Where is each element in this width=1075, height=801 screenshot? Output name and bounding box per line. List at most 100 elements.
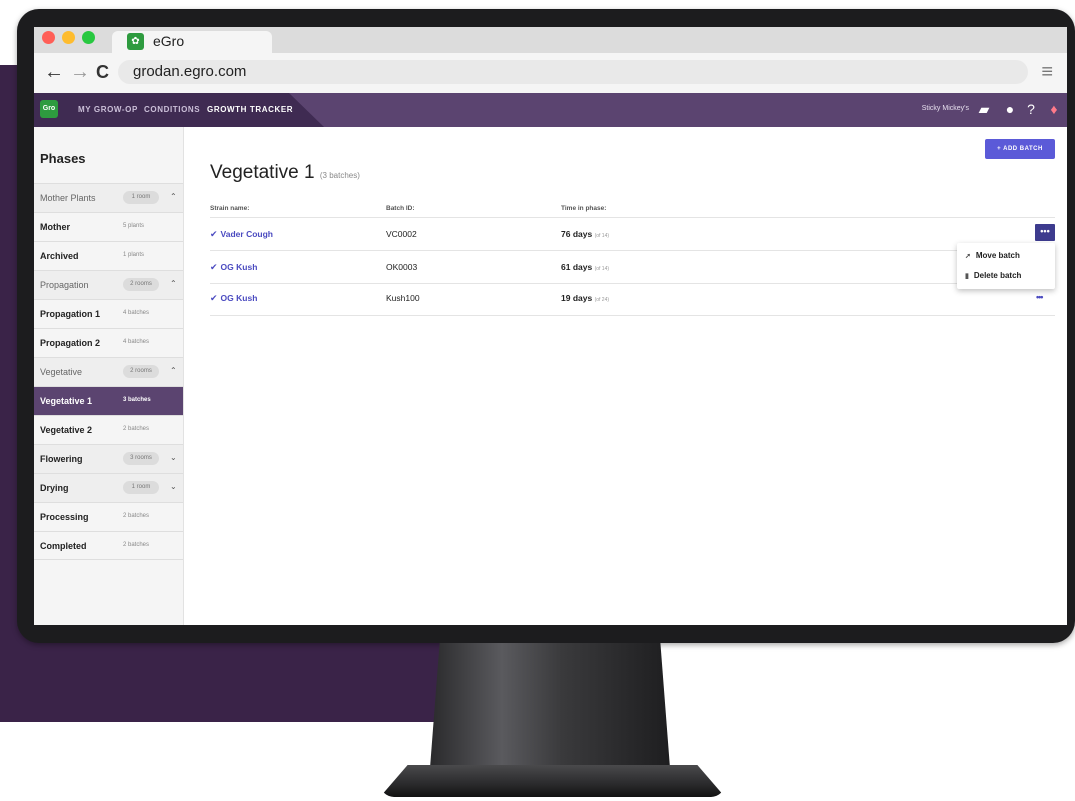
nav-conditions[interactable]: CONDITIONS <box>144 105 200 114</box>
egro-logo[interactable]: Gro <box>40 100 58 118</box>
phase-title: Vegetative 1 <box>210 162 315 183</box>
leaf-icon: ✔ <box>210 229 218 239</box>
menu-label: Move batch <box>975 251 1020 260</box>
days-total: (of 24) <box>594 297 610 303</box>
app-header: Gro MY GROW-OP CONDITIONS GROWTH TRACKER… <box>34 93 1067 127</box>
sidebar-item-mother[interactable]: Mother 5 plants <box>34 212 183 241</box>
sidebar-count: 4 batches <box>123 339 150 345</box>
days-total: (of 14) <box>594 233 610 239</box>
sidebar-title: Phases <box>40 151 86 166</box>
reload-icon[interactable]: C <box>96 61 109 83</box>
divider <box>210 250 1055 251</box>
chevron-up-icon[interactable]: ⌃ <box>170 279 177 288</box>
sidebar-label: Completed <box>40 541 87 551</box>
sidebar-label: Propagation 2 <box>40 338 101 348</box>
divider <box>210 283 1055 284</box>
batch-actions-menu: ➚ Move batch ▮ Delete batch <box>957 243 1055 289</box>
divider <box>210 217 1055 218</box>
sidebar-item-archived[interactable]: Archived 1 plants <box>34 241 183 270</box>
sidebar-label: Mother Plants <box>40 193 96 203</box>
add-batch-button[interactable]: + ADD BATCH <box>985 139 1055 159</box>
time-in-phase: 76 days (of 14) <box>561 229 609 239</box>
phases-sidebar: Phases Mother Plants 1 room ⌃ Mother 5 p… <box>34 127 184 625</box>
trash-icon: ▮ <box>965 273 969 280</box>
sidebar-label: Archived <box>40 251 79 261</box>
column-header-time: Time in phase: <box>561 205 607 212</box>
days-total: (of 14) <box>594 266 610 272</box>
sidebar-count: 1 plants <box>123 252 145 258</box>
egro-favicon-icon: ✿ <box>127 33 144 50</box>
sidebar-item-vegetative-2[interactable]: Vegetative 2 2 batches <box>34 415 183 444</box>
chevron-down-icon[interactable]: ⌄ <box>170 482 177 491</box>
browser-menu-icon[interactable]: ≡ <box>1041 61 1053 84</box>
browser-tabbar: ✿ eGro <box>34 27 1067 53</box>
sidebar-count: 3 batches <box>123 397 151 403</box>
help-icon[interactable]: ? <box>1022 100 1040 118</box>
store-icon[interactable]: ▰ <box>975 100 993 118</box>
screen: ✿ eGro ← → C grodan.egro.com ≡ Gro MY GR… <box>34 27 1067 625</box>
user-icon[interactable]: ● <box>1001 100 1019 118</box>
sidebar-group-mother-plants[interactable]: Mother Plants 1 room ⌃ <box>34 183 183 212</box>
sidebar-item-propagation-1[interactable]: Propagation 1 4 batches <box>34 299 183 328</box>
sidebar-group-propagation[interactable]: Propagation 2 rooms ⌃ <box>34 270 183 299</box>
row-actions-button[interactable]: ••• <box>1036 292 1044 302</box>
delete-batch-item[interactable]: ▮ Delete batch <box>965 271 1021 280</box>
main-content: Vegetative 1 (3 batches) + ADD BATCH Str… <box>184 127 1067 625</box>
sidebar-item-vegetative-1[interactable]: Vegetative 1 3 batches <box>34 386 183 415</box>
strain-name[interactable]: Vader Cough <box>221 229 273 239</box>
chevron-up-icon[interactable]: ⌃ <box>170 366 177 375</box>
leaf-icon: ✔ <box>210 293 218 303</box>
minimize-window-button[interactable] <box>62 31 75 44</box>
maximize-window-button[interactable] <box>82 31 95 44</box>
sidebar-label: Drying <box>40 483 69 493</box>
sidebar-item-propagation-2[interactable]: Propagation 2 4 batches <box>34 328 183 357</box>
browser-tab[interactable]: ✿ eGro <box>112 31 272 53</box>
close-window-button[interactable] <box>42 31 55 44</box>
chevron-up-icon[interactable]: ⌃ <box>170 192 177 201</box>
sidebar-label: Vegetative <box>40 367 83 377</box>
back-arrow-icon[interactable]: ← <box>44 61 64 83</box>
table-row-strain[interactable]: ✔ OG Kush <box>210 293 257 304</box>
column-header-batch-id: Batch ID: <box>386 205 415 212</box>
address-bar: ← → C grodan.egro.com ≡ <box>34 53 1067 94</box>
sidebar-item-processing[interactable]: Processing 2 batches <box>34 502 183 531</box>
page-title: Vegetative 1 (3 batches) <box>210 162 360 184</box>
table-row-strain[interactable]: ✔ Vader Cough <box>210 229 273 240</box>
strain-name[interactable]: OG Kush <box>221 262 258 272</box>
sidebar-label: Propagation <box>40 280 89 290</box>
column-header-strain: Strain name: <box>210 205 250 212</box>
nav-growth-tracker[interactable]: GROWTH TRACKER <box>207 105 293 114</box>
room-count-pill: 2 rooms <box>123 278 159 291</box>
monitor-stand <box>430 643 670 768</box>
sidebar-label: Propagation 1 <box>40 309 101 319</box>
nav-my-grow-op[interactable]: MY GROW-OP <box>78 105 138 114</box>
batch-id: OK0003 <box>386 262 418 272</box>
chevron-down-icon[interactable]: ⌄ <box>170 453 177 462</box>
url-field[interactable]: grodan.egro.com <box>118 60 1028 84</box>
sidebar-item-completed[interactable]: Completed 2 batches <box>34 531 183 560</box>
sidebar-label: Vegetative 2 <box>40 425 93 435</box>
row-actions-button[interactable]: ••• <box>1035 224 1055 241</box>
tab-title: eGro <box>153 33 185 49</box>
time-in-phase: 61 days (of 14) <box>561 262 609 272</box>
sidebar-count: 2 batches <box>123 542 150 548</box>
sidebar-count: 2 batches <box>123 513 150 519</box>
sidebar-group-vegetative[interactable]: Vegetative 2 rooms ⌃ <box>34 357 183 386</box>
divider <box>210 315 1055 316</box>
sidebar-count: 5 plants <box>123 223 145 229</box>
forward-arrow-icon[interactable]: → <box>70 61 90 83</box>
batch-id: Kush100 <box>386 293 420 303</box>
strain-name[interactable]: OG Kush <box>221 293 258 303</box>
sidebar-label: Flowering <box>40 454 83 464</box>
notification-bell-icon[interactable]: ♦ <box>1045 100 1063 118</box>
menu-label: Delete batch <box>973 271 1022 280</box>
room-count-pill: 2 rooms <box>123 365 159 378</box>
sidebar-group-drying[interactable]: Drying 1 room ⌄ <box>34 473 183 502</box>
move-batch-item[interactable]: ➚ Move batch <box>965 251 1020 260</box>
days-value: 19 days <box>561 293 593 303</box>
sidebar-count: 4 batches <box>123 310 150 316</box>
sidebar-group-flowering[interactable]: Flowering 3 rooms ⌄ <box>34 444 183 473</box>
room-count-pill: 3 rooms <box>123 452 159 465</box>
sidebar-label: Mother <box>40 222 70 232</box>
table-row-strain[interactable]: ✔ OG Kush <box>210 262 257 273</box>
